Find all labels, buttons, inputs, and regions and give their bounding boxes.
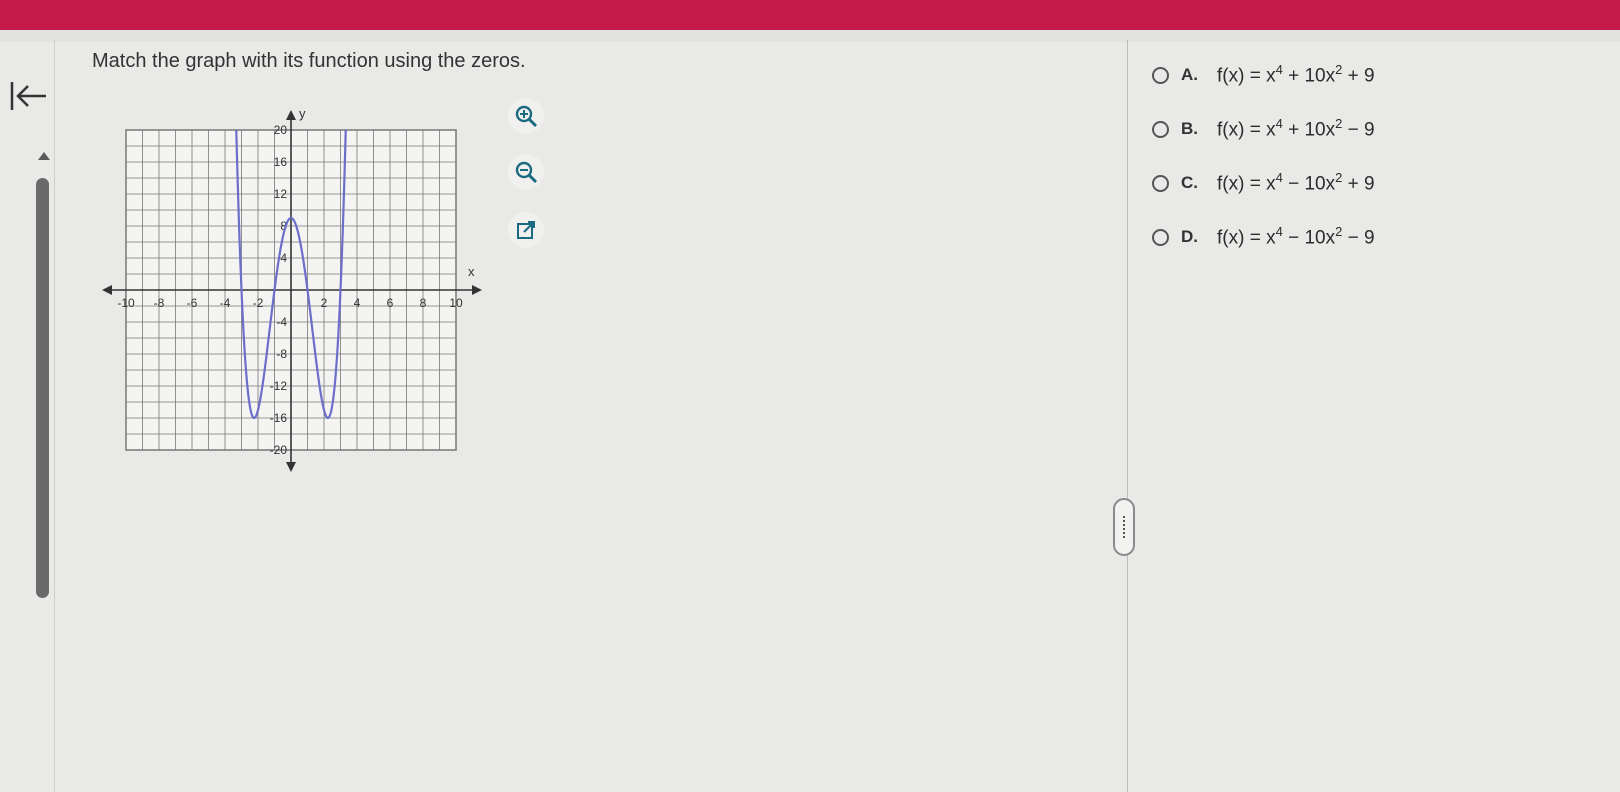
y-tick-label: -8 [276,347,287,361]
x-tick-label: 6 [387,296,394,310]
radio-a[interactable] [1152,66,1169,84]
option-letter: C. [1181,173,1198,192]
left-divider [54,40,55,792]
y-tick-label: 20 [274,123,288,137]
top-bar [0,0,1620,30]
external-link-icon [517,221,535,239]
x-tick-label: 2 [321,296,328,310]
x-axis-arrow-right-icon [472,285,482,295]
x-tick-label: -4 [220,296,231,310]
radio-c[interactable] [1152,174,1169,192]
x-tick-label: -2 [253,296,264,310]
collapse-left-icon [10,82,46,110]
option-b[interactable]: B. f(x) = x4 + 10x2 − 9 [1152,102,1375,156]
y-tick-label: 12 [274,187,288,201]
option-formula: f(x) = x4 − 10x2 + 9 [1217,170,1375,195]
y-axis-arrow-up-icon [286,110,296,120]
y-tick-label: -16 [270,411,288,425]
y-tick-label: -4 [276,315,287,329]
scroll-up-arrow-icon[interactable] [38,152,50,160]
y-tick-label: 4 [280,251,287,265]
x-tick-label: -6 [187,296,198,310]
drag-dots-icon [1123,516,1127,538]
scrollbar-thumb[interactable] [36,178,49,598]
collapse-back-button[interactable] [6,76,50,120]
question-text: Match the graph with its function using … [92,50,526,72]
x-tick-label: 8 [420,296,427,310]
option-formula: f(x) = x4 − 10x2 − 9 [1217,224,1375,249]
top-strip [0,30,1620,42]
option-d[interactable]: D. f(x) = x4 − 10x2 − 9 [1152,210,1375,264]
y-tick-label: 16 [274,155,288,169]
option-formula: f(x) = x4 + 10x2 + 9 [1217,62,1375,87]
y-axis-arrow-down-icon [286,462,296,472]
y-tick-label: -20 [270,443,288,457]
pane-resize-handle[interactable] [1113,498,1135,556]
radio-d[interactable] [1152,228,1169,246]
function-graph: x y -10 -8 -6 -4 -2 2 4 6 8 10 20 16 12 8 4 -4 -8 -12 -16 -20 [96,100,496,495]
radio-b[interactable] [1152,120,1169,138]
y-tick-label: -12 [270,379,288,393]
x-axis-label: x [468,264,475,279]
option-letter: B. [1181,119,1198,138]
y-axis-label: y [299,106,306,121]
zoom-in-button[interactable] [508,98,544,134]
answer-options: A. f(x) = x4 + 10x2 + 9 B. f(x) = x4 + 1… [1152,48,1375,264]
x-tick-label: -10 [117,296,135,310]
x-tick-label: -8 [154,296,165,310]
graph-canvas: xy-10 -8 -6 -4 -2 2 4 6 8 1020161284-4-8-12-16-20 [102,106,482,472]
pane-divider [1127,40,1128,792]
zoom-out-button[interactable] [508,154,544,190]
zoom-in-icon [515,105,538,128]
x-tick-label: 10 [449,296,463,310]
option-letter: D. [1181,227,1198,246]
open-new-window-button[interactable] [508,212,544,248]
option-letter: A. [1181,65,1198,84]
option-c[interactable]: C. f(x) = x4 − 10x2 + 9 [1152,156,1375,210]
zoom-out-icon [515,161,538,184]
option-formula: f(x) = x4 + 10x2 − 9 [1217,116,1375,141]
x-tick-label: 4 [354,296,361,310]
option-a[interactable]: A. f(x) = x4 + 10x2 + 9 [1152,48,1375,102]
x-axis-arrow-left-icon [102,285,112,295]
